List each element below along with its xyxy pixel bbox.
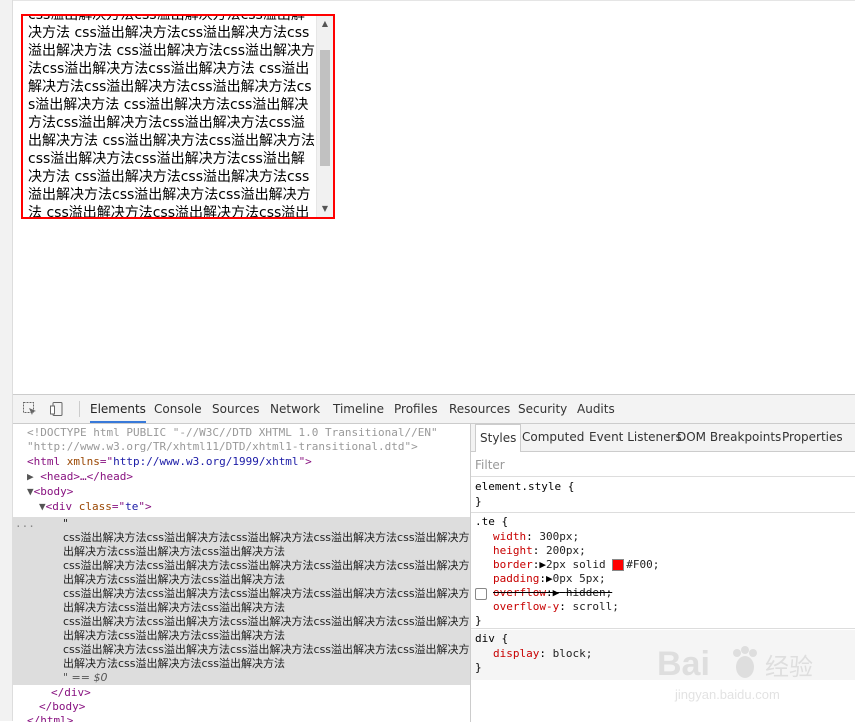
tab-profiles[interactable]: Profiles — [394, 395, 438, 423]
color-swatch[interactable] — [612, 559, 625, 571]
node-menu-ellipsis[interactable]: ... — [15, 517, 35, 531]
vertical-scrollbar[interactable]: ▲ ▼ — [316, 16, 333, 217]
text-node-line: 出解决方法css溢出解决方法css溢出解决方法 — [63, 601, 286, 614]
tab-security[interactable]: Security — [518, 395, 567, 423]
doctype-line-1: <!DOCTYPE html PUBLIC "-//W3C//DTD XHTML… — [27, 426, 438, 439]
prop-padding[interactable]: padding:▶0px 5px; — [493, 572, 606, 586]
text-node-line: 出解决方法css溢出解决方法css溢出解决方法 — [63, 657, 286, 670]
div-close: } — [475, 661, 482, 674]
div-selector[interactable]: div { — [475, 632, 508, 646]
scroll-down-arrow-icon[interactable]: ▼ — [317, 201, 333, 217]
div-te-node[interactable]: ▼<div class="te"> — [39, 500, 152, 514]
svg-text:Bai: Bai — [657, 645, 710, 683]
prop-display[interactable]: display: block; — [493, 647, 592, 661]
overflow-disabled-checkbox[interactable] — [475, 588, 487, 600]
head-node[interactable]: ▶ <head>…</head> — [27, 470, 133, 484]
styles-tab-computed[interactable]: Computed — [522, 424, 584, 451]
overflow-demo-box[interactable]: css溢出解决方法css溢出解决方法css溢出解决方法 css溢出解决方法css… — [21, 14, 335, 219]
text-node-line: 出解决方法css溢出解决方法css溢出解决方法 — [63, 573, 286, 586]
element-style-close: } — [475, 495, 482, 508]
styles-tab-properties[interactable]: Properties — [782, 424, 843, 451]
styles-tab-styles[interactable]: Styles — [475, 424, 522, 452]
tab-timeline[interactable]: Timeline — [333, 395, 384, 423]
scrollbar-thumb[interactable] — [320, 50, 330, 166]
expand-triangle-icon[interactable]: ▶ — [539, 558, 546, 571]
scroll-up-arrow-icon[interactable]: ▲ — [317, 16, 333, 32]
elements-tree: <!DOCTYPE html PUBLIC "-//W3C//DTD XHTML… — [13, 424, 470, 722]
inspect-element-icon[interactable] — [22, 401, 38, 417]
div-close-node[interactable]: </div> — [51, 686, 91, 700]
left-gutter — [0, 0, 13, 721]
html-open-node[interactable]: <html xmlns="http://www.w3.org/1999/xhtm… — [27, 455, 312, 469]
tab-sources[interactable]: Sources — [212, 395, 259, 423]
body-node[interactable]: ▼<body> — [27, 485, 73, 499]
devtools-toolbar: Elements Console Sources Network Timeline Pro… — [13, 395, 855, 424]
prop-width[interactable]: width: 300px; — [493, 530, 579, 544]
expand-triangle-icon[interactable]: ▶ — [27, 470, 34, 483]
tab-network[interactable]: Network — [270, 395, 320, 423]
tab-resources[interactable]: Resources — [449, 395, 510, 423]
tab-elements[interactable]: Elements — [90, 395, 146, 423]
filter-row — [471, 452, 855, 477]
svg-text:经验: 经验 — [765, 653, 813, 681]
te-selector[interactable]: .te { — [475, 515, 508, 529]
baidu-jingyan-watermark: Bai 经验 jingyan.baidu.com — [653, 637, 833, 707]
text-node-line: css溢出解决方法css溢出解决方法css溢出解决方法css溢出解决方法css溢… — [63, 615, 470, 628]
text-node-line: css溢出解决方法css溢出解决方法css溢出解决方法css溢出解决方法css溢… — [63, 559, 470, 572]
prop-border[interactable]: border:▶2px solid #F00; — [493, 558, 659, 572]
collapse-triangle-icon[interactable]: ▼ — [39, 500, 46, 513]
prop-height[interactable]: height: 200px; — [493, 544, 586, 558]
collapse-triangle-icon[interactable]: ▼ — [27, 485, 34, 498]
element-style-selector[interactable]: element.style { — [475, 480, 574, 494]
overflow-demo-text: css溢出解决方法css溢出解决方法css溢出解决方法 css溢出解决方法css… — [28, 14, 316, 219]
styles-tab-event-listeners[interactable]: Event Listeners — [589, 424, 682, 451]
svg-text:jingyan.baidu.com: jingyan.baidu.com — [674, 687, 780, 702]
selected-text-node[interactable]: ... " css溢出解决方法css溢出解决方法css溢出解决方法css溢出解决… — [13, 517, 470, 685]
tab-console[interactable]: Console — [154, 395, 202, 423]
text-node-line: css溢出解决方法css溢出解决方法css溢出解决方法css溢出解决方法css溢… — [63, 531, 470, 544]
tab-audits[interactable]: Audits — [577, 395, 615, 423]
te-rule: .te { width: 300px; height: 200px; borde… — [471, 513, 855, 629]
expand-triangle-icon[interactable]: ▶ — [546, 572, 553, 585]
text-quote-close: " == $0 — [63, 671, 108, 684]
styles-tab-dom-breakpoints[interactable]: DOM Breakpoints — [677, 424, 781, 451]
text-quote-open: " — [63, 517, 69, 530]
element-style-rule: element.style { } — [471, 478, 855, 513]
prop-overflow-y[interactable]: overflow-y: scroll; — [493, 600, 619, 614]
styles-filter-input[interactable]: Filter — [475, 458, 505, 472]
text-node-line: css溢出解决方法css溢出解决方法css溢出解决方法css溢出解决方法css溢… — [63, 643, 470, 656]
device-mode-icon[interactable] — [49, 401, 65, 417]
text-node-line: 出解决方法css溢出解决方法css溢出解决方法 — [63, 545, 286, 558]
styles-tabs: Styles Computed Event Listeners DOM Breakpo… — [471, 424, 855, 452]
doctype-line-2: "http://www.w3.org/TR/xhtml11/DTD/xhtml1… — [27, 440, 418, 453]
page-viewport: css溢出解决方法css溢出解决方法css溢出解决方法 css溢出解决方法css… — [13, 0, 855, 395]
te-close: } — [475, 614, 482, 627]
body-close-node[interactable]: </body> — [39, 700, 85, 714]
prop-overflow-disabled[interactable]: overflow:▶ hidden; — [493, 586, 612, 600]
text-node-line: 出解决方法css溢出解决方法css溢出解决方法 — [63, 629, 286, 642]
toolbar-divider — [79, 401, 80, 417]
text-node-line: css溢出解决方法css溢出解决方法css溢出解决方法css溢出解决方法css溢… — [63, 587, 470, 600]
